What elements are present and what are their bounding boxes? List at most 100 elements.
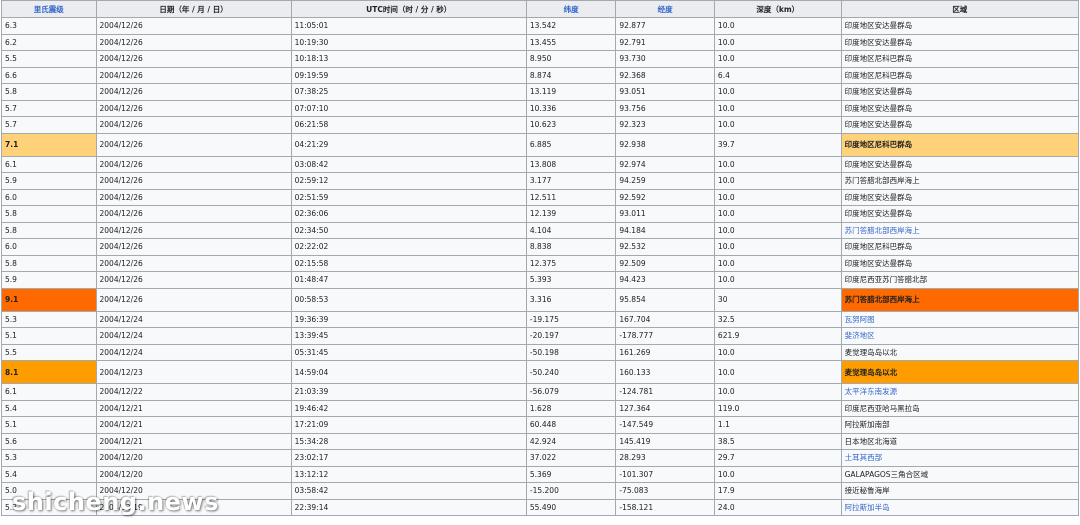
- depth-cell: 10.0: [713, 99, 842, 117]
- magnitude-cell: 8.1: [1, 360, 97, 384]
- region-link[interactable]: 太平洋东南发源: [845, 387, 898, 396]
- sort-link-magnitude[interactable]: 里氏震级: [34, 5, 64, 14]
- date-cell: 2004/12/26: [95, 221, 292, 239]
- region-link[interactable]: 苏门答腊北部西岸海上: [845, 226, 920, 235]
- longitude-cell: -101.307: [615, 465, 715, 483]
- latitude-cell: 12.511: [525, 188, 617, 206]
- region-link[interactable]: 斐济地区: [845, 331, 875, 340]
- magnitude-cell: 6.0: [1, 238, 97, 256]
- region-cell: 苏门答腊北部西岸海上: [840, 172, 1080, 190]
- region-cell: 麦觉理岛岛以北: [840, 360, 1080, 384]
- latitude-cell: 5.369: [525, 465, 617, 483]
- latitude-cell: 5.393: [525, 271, 617, 289]
- date-cell: 2004/12/21: [95, 399, 292, 417]
- magnitude-cell: 5.4: [1, 399, 97, 417]
- region-cell: 苏门答腊北部西岸海上: [840, 221, 1080, 239]
- date-cell: 2004/12/26: [95, 83, 292, 101]
- table-row: 5.1 2004/12/21 17:21:09 60.448 -147.549 1.1 阿拉…: [1, 416, 1080, 434]
- region-cell: 印度地区安达曼群岛: [840, 155, 1080, 173]
- date-cell: 2004/12/26: [95, 155, 292, 173]
- region-cell: 阿拉斯加南部: [840, 416, 1080, 434]
- depth-cell: 10.0: [713, 343, 842, 361]
- time-cell: 02:15:58: [290, 254, 527, 272]
- magnitude-cell: 5.3: [1, 310, 97, 328]
- table-row: 6.1 2004/12/26 03:08:42 13.808 92.974 10.0 印度地…: [1, 155, 1080, 173]
- col-header-magnitude[interactable]: 里氏震级: [1, 0, 97, 18]
- region-link[interactable]: 土耳其西部: [845, 453, 883, 462]
- longitude-cell: 167.704: [615, 310, 715, 328]
- sort-link-longitude[interactable]: 经度: [658, 5, 673, 14]
- region-cell: 阿拉斯加半岛: [840, 498, 1080, 516]
- depth-cell: 10.0: [713, 360, 842, 384]
- col-header-date: 日期（年 / 月 / 日）: [95, 0, 292, 18]
- time-cell: 03:58:42: [290, 482, 527, 500]
- table-row: 5.3 2004/12/24 19:36:39 -19.175 167.704 32.5 瓦…: [1, 310, 1080, 328]
- table-row: 5.7 2004/12/26 06:21:58 10.623 92.323 10.0 印度地…: [1, 116, 1080, 134]
- date-cell: 2004/12/20: [95, 449, 292, 467]
- depth-cell: 10.0: [713, 33, 842, 51]
- longitude-cell: 93.051: [615, 83, 715, 101]
- region-cell: 印度地区安达曼群岛: [840, 17, 1080, 35]
- region-cell: 苏门答腊北部西岸海上: [840, 287, 1080, 312]
- region-link[interactable]: 瓦努阿图: [845, 315, 875, 324]
- longitude-cell: 93.730: [615, 50, 715, 68]
- time-cell: 02:51:59: [290, 188, 527, 206]
- longitude-cell: 92.323: [615, 116, 715, 134]
- latitude-cell: 55.490: [525, 498, 617, 516]
- depth-cell: 38.5: [713, 432, 842, 450]
- longitude-cell: -75.083: [615, 482, 715, 500]
- table-row: 5.5 2004/12/26 10:18:13 8.950 93.730 10.0 印度地区…: [1, 50, 1080, 68]
- time-cell: 07:38:25: [290, 83, 527, 101]
- time-cell: 14:59:04: [290, 360, 527, 384]
- table-row: 5.8 2004/12/26 02:36:06 12.139 93.011 10.0 印度地…: [1, 205, 1080, 223]
- table-row: 5.4 2004/12/20 13:12:12 5.369 -101.307 10.0 GA…: [1, 465, 1080, 483]
- time-cell: 19:46:42: [290, 399, 527, 417]
- longitude-cell: 93.011: [615, 205, 715, 223]
- table-row: 6.0 2004/12/26 02:51:59 12.511 92.592 10.0 印度地…: [1, 188, 1080, 206]
- longitude-cell: 95.854: [615, 287, 715, 312]
- table-row: 6.2 2004/12/26 10:19:30 13.455 92.791 10.0 印度地…: [1, 33, 1080, 51]
- table-row: 5.9 2004/12/26 01:48:47 5.393 94.423 10.0 印度尼西…: [1, 271, 1080, 289]
- sort-link-latitude[interactable]: 纬度: [564, 5, 579, 14]
- longitude-cell: 160.133: [615, 360, 715, 384]
- time-cell: 06:21:58: [290, 116, 527, 134]
- table-row: 5.8 2004/12/26 07:38:25 13.119 93.051 10.0 印度地…: [1, 83, 1080, 101]
- col-header-longitude[interactable]: 经度: [615, 0, 715, 18]
- date-cell: 2004/12/22: [95, 383, 292, 401]
- depth-cell: 119.0: [713, 399, 842, 417]
- latitude-cell: -56.079: [525, 383, 617, 401]
- table-row: 5.8 2004/12/26 02:15:58 12.375 92.509 10.0 印度地…: [1, 254, 1080, 272]
- longitude-cell: -158.121: [615, 498, 715, 516]
- depth-cell: 39.7: [713, 132, 842, 157]
- region-cell: 印度地区尼科巴群岛: [840, 132, 1080, 157]
- table-row: 5.4 2004/12/21 19:46:42 1.628 127.364 119.0 印度…: [1, 399, 1080, 417]
- date-cell: 2004/12/26: [95, 66, 292, 84]
- depth-cell: 10.0: [713, 383, 842, 401]
- depth-cell: 17.9: [713, 482, 842, 500]
- table-row: 5.3 2004/12/20 23:02:17 37.022 28.293 29.7 土耳其…: [1, 449, 1080, 467]
- longitude-cell: 92.368: [615, 66, 715, 84]
- time-cell: 05:31:45: [290, 343, 527, 361]
- table-row: 6.6 2004/12/26 09:19:59 8.874 92.368 6.4 印度地区尼…: [1, 66, 1080, 84]
- latitude-cell: 8.950: [525, 50, 617, 68]
- time-cell: 00:58:53: [290, 287, 527, 312]
- date-cell: 2004/12/26: [95, 172, 292, 190]
- time-cell: 21:03:39: [290, 383, 527, 401]
- longitude-cell: 28.293: [615, 449, 715, 467]
- region-cell: 土耳其西部: [840, 449, 1080, 467]
- latitude-cell: -20.197: [525, 327, 617, 345]
- date-cell: 2004/12/26: [95, 205, 292, 223]
- col-header-latitude[interactable]: 纬度: [525, 0, 617, 18]
- magnitude-cell: 5.4: [1, 465, 97, 483]
- region-link[interactable]: 阿拉斯加半岛: [845, 503, 890, 512]
- time-cell: 13:39:45: [290, 327, 527, 345]
- earthquake-table: 里氏震级 日期（年 / 月 / 日） UTC时间（时 / 分 / 秒） 纬度 经…: [1, 0, 1080, 516]
- longitude-cell: 92.592: [615, 188, 715, 206]
- table-body: 6.3 2004/12/26 11:05:01 13.542 92.877 10.0 印度地…: [1, 17, 1080, 516]
- region-cell: GALAPAGOS三角合区域: [840, 465, 1080, 483]
- region-cell: 印度地区安达曼群岛: [840, 188, 1080, 206]
- table-row: 5.8 2004/12/26 02:34:50 4.104 94.184 10.0 苏门答腊…: [1, 221, 1080, 239]
- col-header-depth: 深度（km）: [713, 0, 842, 18]
- latitude-cell: 60.448: [525, 416, 617, 434]
- table-row: 6.0 2004/12/26 02:22:02 8.838 92.532 10.0 印度地区…: [1, 238, 1080, 256]
